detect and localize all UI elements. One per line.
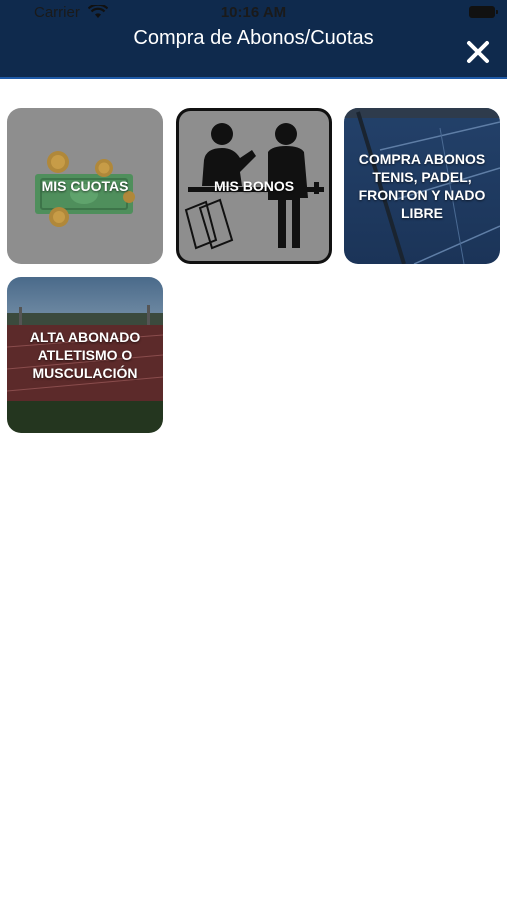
- tile-compra-abonos[interactable]: COMPRA ABONOS TENIS, PADEL, FRONTON Y NA…: [344, 108, 500, 264]
- tile-mis-bonos[interactable]: MIS BONOS: [176, 108, 332, 264]
- tile-mis-cuotas[interactable]: MIS CUOTAS: [7, 108, 163, 264]
- app-header: Carrier 10:16 AM Compra de Abonos/Cuotas: [0, 0, 507, 79]
- battery-icon: [469, 6, 498, 18]
- close-button[interactable]: [465, 39, 491, 65]
- tile-label: ALTA ABONADO ATLETISMO O MUSCULACIÓN: [29, 329, 141, 381]
- close-icon: [467, 41, 489, 63]
- page-title: Compra de Abonos/Cuotas: [133, 27, 374, 49]
- tile-label: MIS CUOTAS: [41, 178, 129, 194]
- tile-alta-abonado[interactable]: ALTA ABONADO ATLETISMO O MUSCULACIÓN: [7, 277, 163, 433]
- status-time: 10:16 AM: [220, 4, 287, 21]
- tile-label: COMPRA ABONOS TENIS, PADEL, FRONTON Y NA…: [358, 151, 486, 221]
- tile-label: MIS BONOS: [213, 178, 295, 194]
